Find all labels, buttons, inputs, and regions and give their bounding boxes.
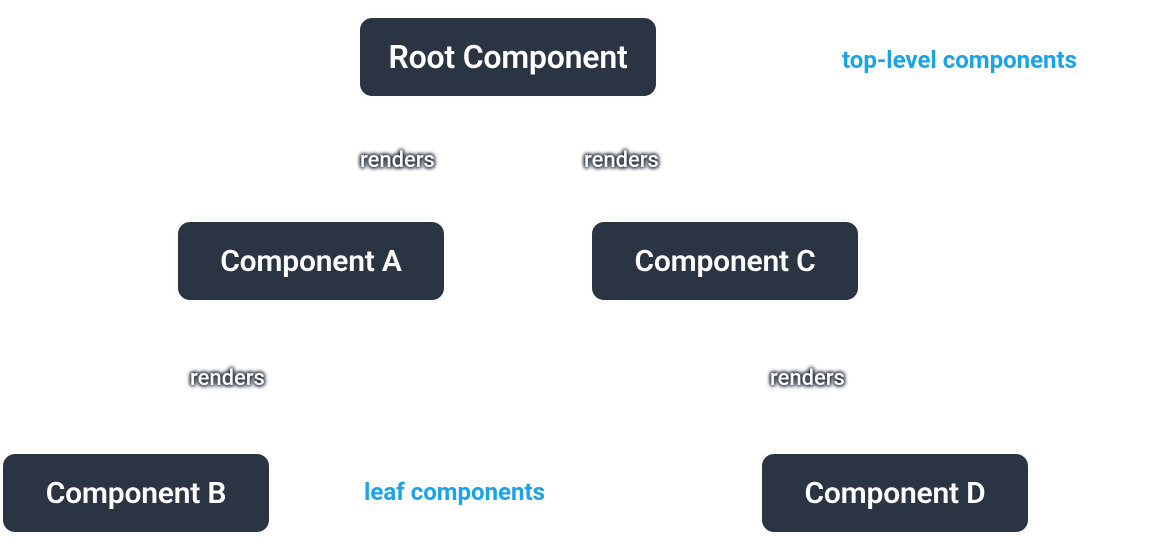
node-root: Root Component (358, 16, 658, 98)
annotation-top-level: top-level components (842, 46, 1077, 74)
edge-root-c (508, 118, 725, 220)
node-component-d: Component D (760, 452, 1030, 534)
annotation-leaf: leaf components (364, 478, 545, 506)
edge-label-a-b: renders (190, 366, 265, 391)
node-a-label: Component A (220, 244, 402, 279)
node-d-label: Component D (804, 476, 985, 511)
edge-root-a (312, 118, 508, 220)
node-component-b: Component B (1, 452, 271, 534)
node-component-c: Component C (590, 220, 860, 302)
edge-c-d (725, 302, 895, 452)
edge-label-root-a: renders (360, 148, 435, 173)
node-root-label: Root Component (388, 38, 627, 76)
node-component-a: Component A (176, 220, 446, 302)
node-b-label: Component B (46, 476, 227, 511)
diagram-canvas: Root Component Component A Component C C… (0, 0, 1169, 553)
edge-a-b (136, 302, 312, 452)
edge-label-c-d: renders (770, 366, 845, 391)
edge-label-root-c: renders (584, 148, 659, 173)
node-c-label: Component C (634, 244, 815, 279)
